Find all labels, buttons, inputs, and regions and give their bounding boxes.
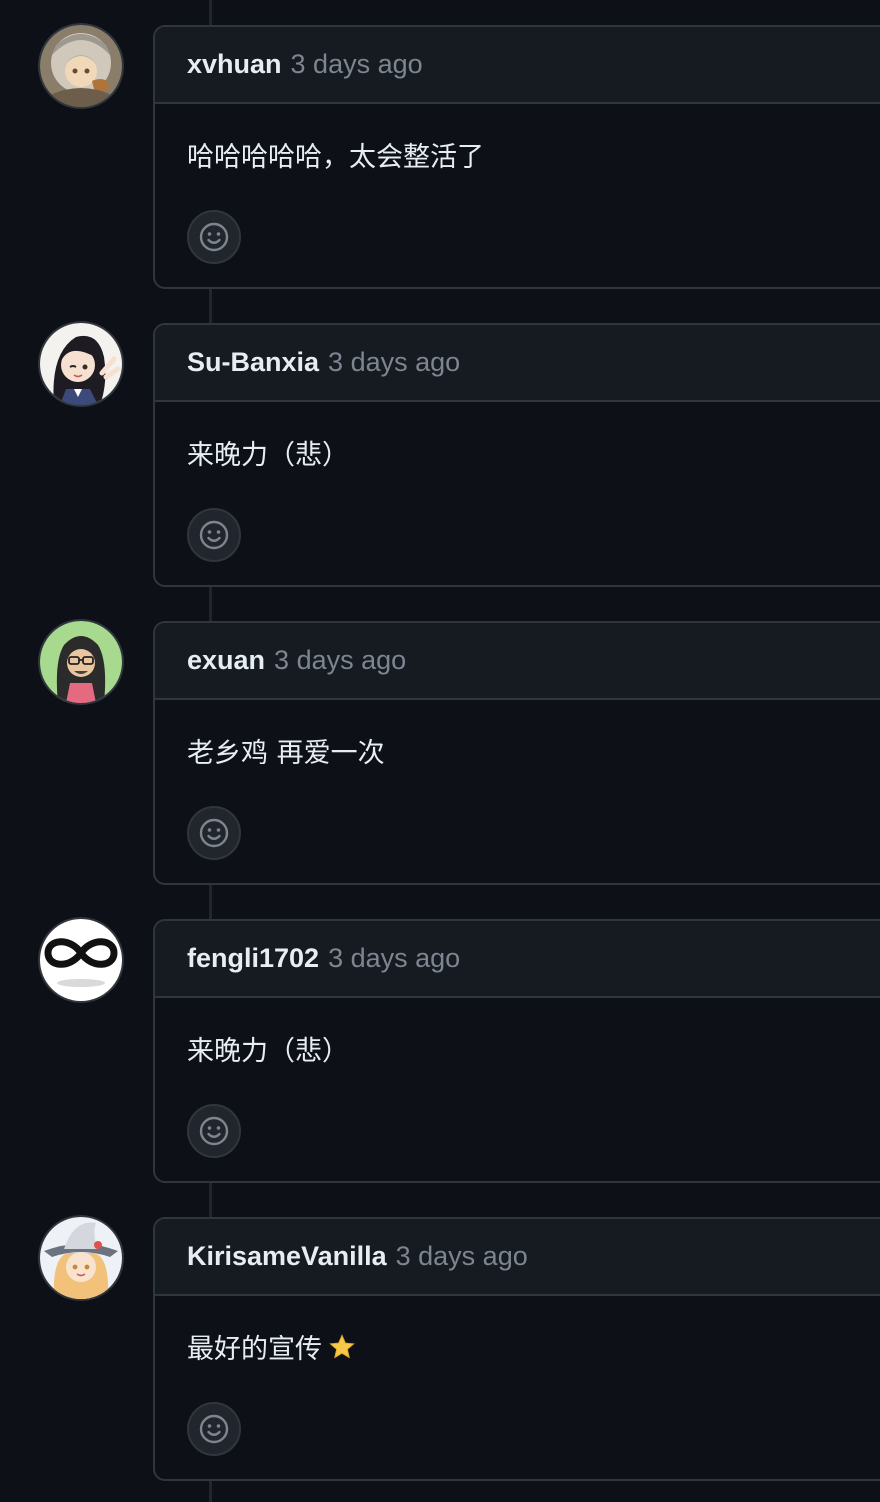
add-reaction-button[interactable] bbox=[187, 1104, 241, 1158]
smiley-icon bbox=[199, 1116, 229, 1146]
star-icon bbox=[329, 1334, 355, 1359]
comment-text: 哈哈哈哈哈，太会整活了 bbox=[187, 142, 484, 173]
comment-text: 最好的宣传 bbox=[187, 1332, 859, 1368]
comment-item: fengli1702 3 days ago 来晚力（悲） bbox=[0, 919, 880, 1185]
comment-item: exuan 3 days ago 老乡鸡 再爱一次 bbox=[0, 621, 880, 887]
smiley-icon bbox=[199, 222, 229, 252]
author-link[interactable]: xvhuan bbox=[187, 49, 282, 80]
avatar[interactable] bbox=[40, 1217, 122, 1299]
comment-body: 老乡鸡 再爱一次 bbox=[155, 700, 880, 860]
avatar-image bbox=[40, 1217, 122, 1299]
comment-body: 来晚力（悲） bbox=[155, 998, 880, 1158]
add-reaction-button[interactable] bbox=[187, 1402, 241, 1456]
avatar[interactable] bbox=[40, 621, 122, 703]
avatar[interactable] bbox=[40, 323, 122, 405]
timestamp-link[interactable]: 3 days ago bbox=[328, 347, 460, 378]
timestamp-link[interactable]: 3 days ago bbox=[291, 49, 423, 80]
comment-card: fengli1702 3 days ago 来晚力（悲） bbox=[153, 919, 880, 1183]
author-link[interactable]: exuan bbox=[187, 645, 265, 676]
author-link[interactable]: Su-Banxia bbox=[187, 347, 319, 378]
add-reaction-button[interactable] bbox=[187, 806, 241, 860]
author-link[interactable]: fengli1702 bbox=[187, 943, 319, 974]
comment-text: 老乡鸡 再爱一次 bbox=[187, 738, 385, 769]
timestamp-link[interactable]: 3 days ago bbox=[274, 645, 406, 676]
comment-body: 哈哈哈哈哈，太会整活了 bbox=[155, 104, 880, 264]
comment-text-content: 最好的宣传 bbox=[187, 1334, 322, 1365]
comment-body: 来晚力（悲） bbox=[155, 402, 880, 562]
comment-header: Su-Banxia 3 days ago bbox=[155, 325, 880, 402]
avatar-image bbox=[40, 919, 122, 1001]
avatar-image bbox=[40, 323, 122, 405]
comment-card: Su-Banxia 3 days ago 来晚力（悲） bbox=[153, 323, 880, 587]
comment-header: fengli1702 3 days ago bbox=[155, 921, 880, 998]
add-reaction-button[interactable] bbox=[187, 508, 241, 562]
comment-text: 来晚力（悲） bbox=[187, 440, 349, 471]
avatar-image bbox=[40, 621, 122, 703]
timestamp-link[interactable]: 3 days ago bbox=[396, 1241, 528, 1272]
comment-card: exuan 3 days ago 老乡鸡 再爱一次 bbox=[153, 621, 880, 885]
comment-card: KirisameVanilla 3 days ago 最好的宣传 bbox=[153, 1217, 880, 1481]
avatar-image bbox=[40, 25, 122, 107]
timestamp-link[interactable]: 3 days ago bbox=[328, 943, 460, 974]
comment-item: xvhuan 3 days ago 哈哈哈哈哈，太会整活了 bbox=[0, 25, 880, 291]
comment-header: exuan 3 days ago bbox=[155, 623, 880, 700]
smiley-icon bbox=[199, 818, 229, 848]
add-reaction-button[interactable] bbox=[187, 210, 241, 264]
comment-body: 最好的宣传 bbox=[155, 1296, 880, 1456]
comment-card: xvhuan 3 days ago 哈哈哈哈哈，太会整活了 bbox=[153, 25, 880, 289]
author-link[interactable]: KirisameVanilla bbox=[187, 1241, 387, 1272]
smiley-icon bbox=[199, 520, 229, 550]
comment-header: xvhuan 3 days ago bbox=[155, 27, 880, 104]
smiley-icon bbox=[199, 1414, 229, 1444]
comment-text: 来晚力（悲） bbox=[187, 1036, 349, 1067]
comment-header: KirisameVanilla 3 days ago bbox=[155, 1219, 880, 1296]
comment-item: KirisameVanilla 3 days ago 最好的宣传 bbox=[0, 1217, 880, 1483]
avatar[interactable] bbox=[40, 25, 122, 107]
comment-timeline: xvhuan 3 days ago 哈哈哈哈哈，太会整活了 Su-Banxia … bbox=[0, 0, 880, 1502]
avatar[interactable] bbox=[40, 919, 122, 1001]
comment-item: Su-Banxia 3 days ago 来晚力（悲） bbox=[0, 323, 880, 589]
